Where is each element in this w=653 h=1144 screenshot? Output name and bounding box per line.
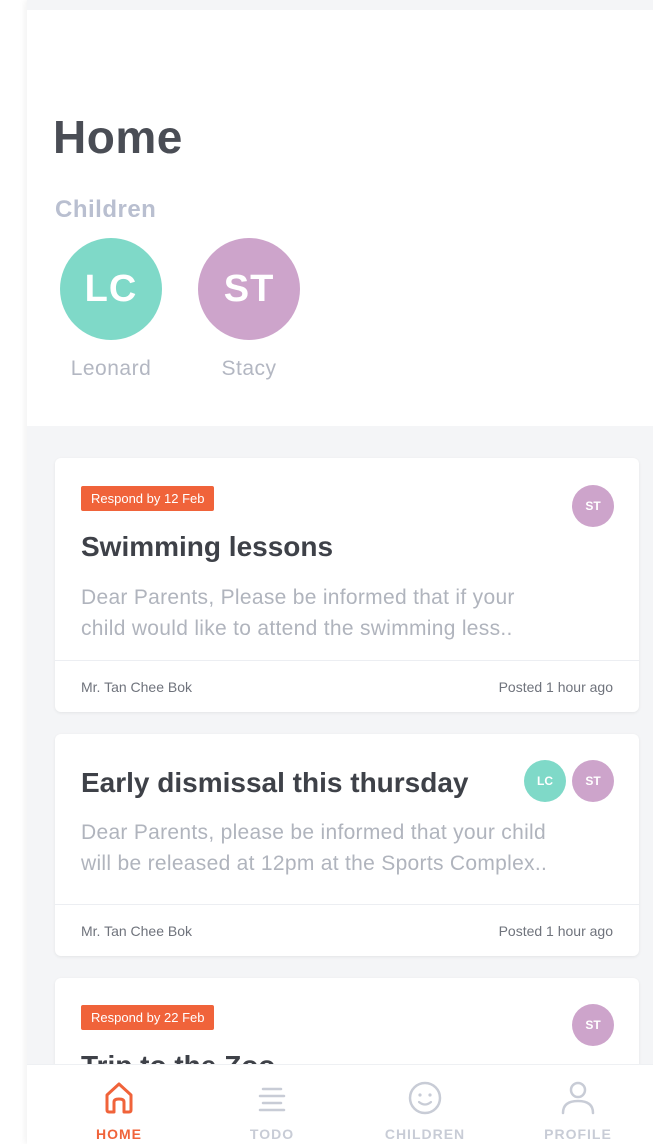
- tab-label: PROFILE: [544, 1126, 612, 1142]
- respond-by-badge: Respond by 12 Feb: [81, 486, 215, 511]
- page-title: Home: [53, 111, 183, 163]
- tab-home[interactable]: HOME: [41, 1065, 197, 1144]
- child-mini-avatar: ST: [572, 760, 614, 802]
- child-mini-avatar: LC: [524, 760, 566, 802]
- child-mini-avatar: ST: [572, 485, 614, 527]
- tab-label: HOME: [96, 1126, 142, 1142]
- list-icon: [258, 1087, 286, 1112]
- card-preview-line: Dear Parents, Please be informed that if…: [81, 586, 515, 609]
- card-footer: Mr. Tan Chee Bok Posted 1 hour ago: [55, 660, 639, 712]
- smiley-icon: [408, 1081, 442, 1115]
- person-icon: [561, 1081, 595, 1115]
- announcement-card[interactable]: Respond by 12 Feb ST Swimming lessons De…: [55, 458, 639, 712]
- card-title: Swimming lessons: [81, 531, 334, 562]
- bottom-tab-bar: HOME TODO CHILDREN PROFILE: [27, 1064, 653, 1144]
- card-title: Early dismissal this thursday: [81, 767, 469, 798]
- card-author: Mr. Tan Chee Bok: [81, 679, 193, 695]
- app-screen: Home Children LC Leonard ST Stacy Respon…: [27, 0, 653, 1144]
- announcement-card[interactable]: LC ST Early dismissal this thursday Dear…: [55, 734, 639, 956]
- child-name: Stacy: [221, 357, 277, 380]
- card-preview-line: Dear Parents, please be informed that yo…: [81, 821, 546, 844]
- tab-profile[interactable]: PROFILE: [500, 1065, 653, 1144]
- tab-label: CHILDREN: [384, 1126, 466, 1142]
- child-leonard[interactable]: LC Leonard: [56, 238, 166, 381]
- child-mini-avatar: ST: [572, 1004, 614, 1046]
- card-preview-line: will be released at 12pm at the Sports C…: [81, 852, 548, 875]
- card-author: Mr. Tan Chee Bok: [81, 923, 193, 939]
- home-header: Home Children LC Leonard ST Stacy: [27, 10, 653, 426]
- card-footer: Mr. Tan Chee Bok Posted 1 hour ago: [55, 904, 639, 956]
- tab-label: TODO: [249, 1126, 295, 1142]
- card-preview-line: child would like to attend the swimming …: [81, 617, 513, 640]
- respond-by-badge: Respond by 22 Feb: [81, 1005, 215, 1030]
- children-section-label: Children: [55, 196, 157, 223]
- child-name: Leonard: [70, 357, 152, 380]
- child-avatar: ST: [198, 238, 300, 340]
- card-posted-time: Posted 1 hour ago: [498, 923, 613, 939]
- home-icon: [105, 1082, 133, 1114]
- tab-children[interactable]: CHILDREN: [347, 1065, 503, 1144]
- tab-todo[interactable]: TODO: [194, 1065, 350, 1144]
- card-posted-time: Posted 1 hour ago: [498, 679, 613, 695]
- child-stacy[interactable]: ST Stacy: [194, 238, 304, 381]
- child-avatar: LC: [60, 238, 162, 340]
